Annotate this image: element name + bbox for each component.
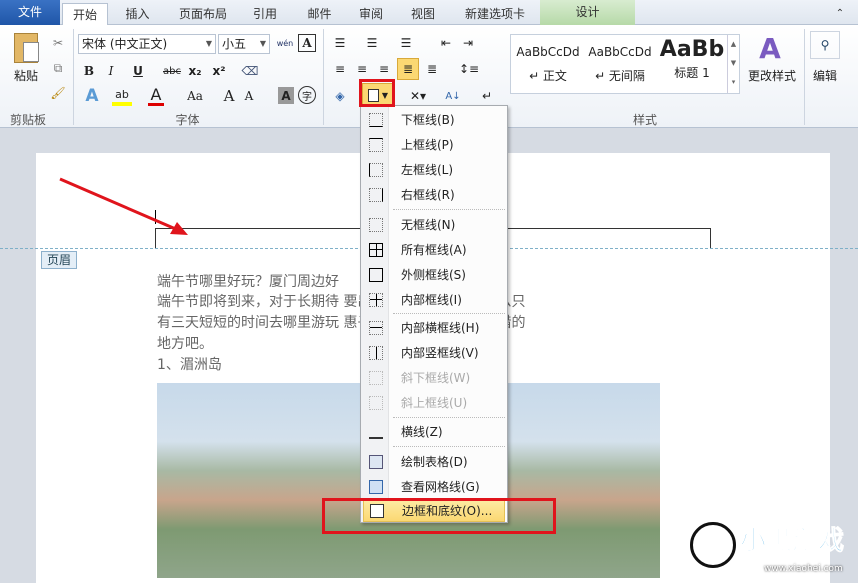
menu-item-diagonal-up[interactable]: 斜上框线(U): [363, 391, 505, 414]
watermark-brand: 小黑游戏: [739, 526, 845, 557]
menu-item-view-gridlines[interactable]: 查看网格线(G): [363, 475, 505, 498]
annotation-box-borders-button: [359, 79, 395, 107]
menu-item-diagonal-down[interactable]: 斜下框线(W): [363, 366, 505, 389]
menu-item-left-border[interactable]: 左框线(L): [363, 158, 505, 181]
menu-label: 右框线(R): [401, 188, 455, 202]
menu-item-inside-borders[interactable]: 内部框线(I): [363, 288, 505, 311]
gridlines-icon: [369, 479, 383, 494]
menu-item-horizontal-line[interactable]: 横线(Z): [363, 420, 505, 443]
menu-item-inside-vertical[interactable]: 内部竖框线(V): [363, 341, 505, 364]
outside-borders-icon: [369, 267, 383, 282]
menu-label: 内部框线(I): [401, 293, 462, 307]
menu-item-no-border[interactable]: 无框线(N): [363, 213, 505, 236]
menu-label: 所有框线(A): [401, 243, 467, 257]
menu-item-outside-borders[interactable]: 外侧框线(S): [363, 263, 505, 286]
top-border-icon: [369, 137, 383, 152]
inside-horizontal-icon: [369, 320, 383, 335]
menu-item-inside-horizontal[interactable]: 内部横框线(H): [363, 316, 505, 339]
draw-table-icon: [369, 454, 383, 469]
menu-label: 下框线(B): [401, 113, 455, 127]
menu-label: 左框线(L): [401, 163, 454, 177]
annotation-box-borders-shading: [322, 498, 556, 534]
inside-borders-icon: [369, 292, 383, 307]
bottom-border-icon: [369, 112, 383, 127]
menu-item-draw-table[interactable]: 绘制表格(D): [363, 450, 505, 473]
inside-vertical-icon: [369, 345, 383, 360]
menu-label: 绘制表格(D): [401, 455, 468, 469]
diagonal-down-icon: [369, 370, 383, 385]
menu-label: 内部竖框线(V): [401, 346, 479, 360]
right-border-icon: [369, 187, 383, 202]
left-border-icon: [369, 162, 383, 177]
borders-dropdown-menu: 下框线(B) 上框线(P) 左框线(L) 右框线(R) 无框线(N) 所有框线(…: [360, 105, 508, 523]
diagonal-up-icon: [369, 395, 383, 410]
menu-item-top-border[interactable]: 上框线(P): [363, 133, 505, 156]
horizontal-line-icon: [369, 425, 383, 439]
watermark-logo: 小黑游戏 www.xiaohei.com: [690, 518, 855, 578]
no-border-icon: [369, 217, 383, 232]
menu-label: 斜上框线(U): [401, 396, 468, 410]
menu-item-bottom-border[interactable]: 下框线(B): [363, 108, 505, 131]
menu-label: 查看网格线(G): [401, 480, 480, 494]
menu-label: 内部横框线(H): [401, 321, 480, 335]
menu-label: 横线(Z): [401, 425, 443, 439]
watermark-url: www.xiaohei.com: [764, 564, 843, 574]
menu-label: 无框线(N): [401, 218, 456, 232]
all-borders-icon: [369, 242, 383, 257]
panda-icon: [690, 522, 736, 568]
menu-item-all-borders[interactable]: 所有框线(A): [363, 238, 505, 261]
menu-item-right-border[interactable]: 右框线(R): [363, 183, 505, 206]
menu-label: 斜下框线(W): [401, 371, 471, 385]
menu-label: 外侧框线(S): [401, 268, 466, 282]
menu-label: 上框线(P): [401, 138, 454, 152]
